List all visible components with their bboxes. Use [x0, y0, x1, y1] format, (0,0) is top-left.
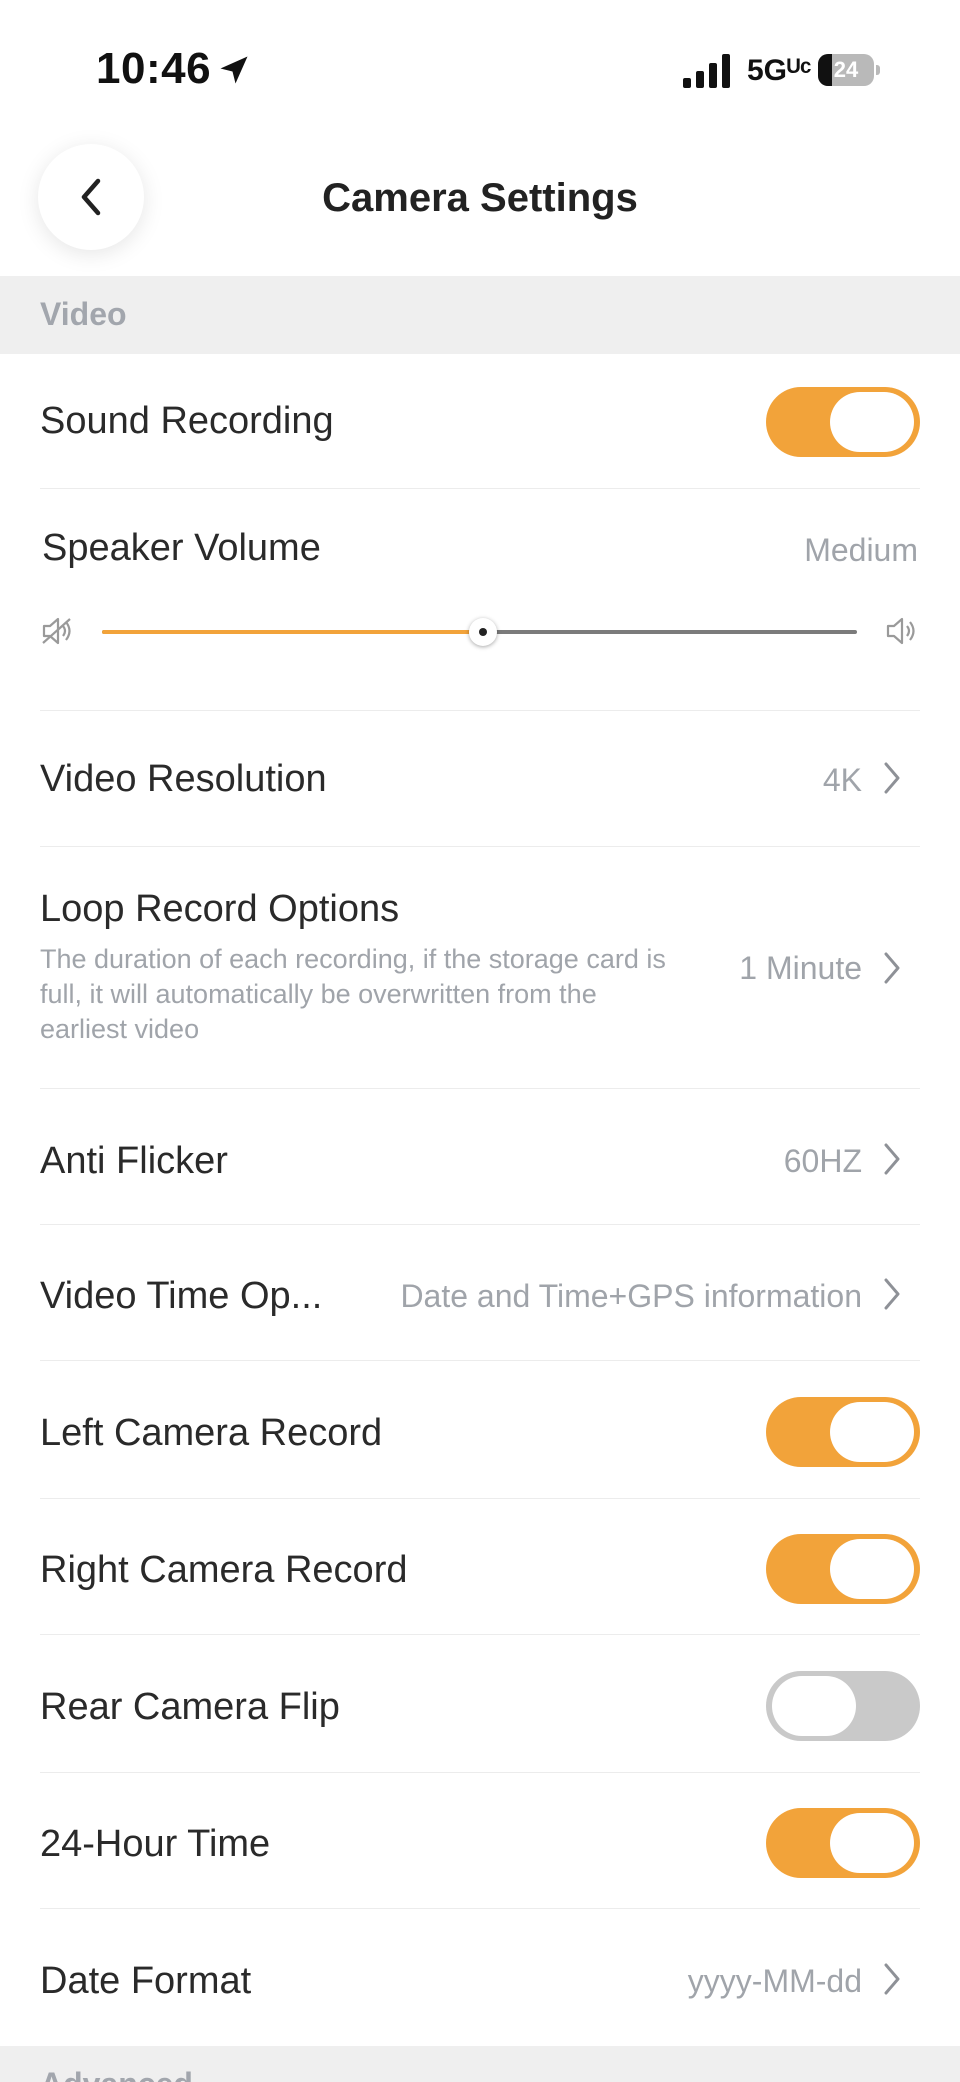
battery-level: 24 — [833, 57, 859, 82]
hour24-toggle[interactable] — [766, 1808, 920, 1878]
video-resolution-label: Video Resolution — [40, 758, 327, 800]
loop-record-row[interactable]: Loop Record Options The duration of each… — [40, 846, 920, 1089]
status-bar: 10:46 5Gᵁᶜ 24 — [0, 0, 960, 140]
anti-flicker-label: Anti Flicker — [40, 1140, 228, 1182]
chevron-right-icon — [884, 762, 900, 794]
network-type: 5Gᵁᶜ — [747, 54, 812, 87]
chevron-right-icon — [884, 1963, 900, 1995]
status-time: 10:46 — [96, 44, 212, 93]
anti-flicker-value: 60HZ — [783, 1143, 862, 1179]
chevron-right-icon — [884, 1143, 900, 1175]
video-resolution-value: 4K — [822, 762, 862, 798]
video-time-row[interactable]: Video Time Op... Date and Time+GPS infor… — [40, 1224, 920, 1361]
right-camera-record-row: Right Camera Record — [40, 1498, 920, 1635]
video-resolution-row[interactable]: Video Resolution 4K — [40, 710, 920, 847]
nav-header: Camera Settings — [0, 140, 960, 276]
sound-recording-row: Sound Recording — [40, 354, 920, 489]
sound-recording-toggle[interactable] — [766, 387, 920, 457]
date-format-row[interactable]: Date Format yyyy-MM-dd — [40, 1908, 920, 2046]
right-camera-record-label: Right Camera Record — [40, 1549, 408, 1591]
date-format-value: yyyy-MM-dd — [687, 1963, 862, 1999]
section-title-video: Video — [40, 296, 127, 332]
hour24-row: 24-Hour Time — [40, 1772, 920, 1909]
battery-icon: 24 — [818, 54, 880, 86]
video-time-label: Video Time Op... — [40, 1275, 323, 1317]
section-title-advanced: Advanced — [40, 2066, 193, 2082]
rear-camera-flip-toggle[interactable] — [766, 1671, 920, 1741]
location-arrow-icon — [220, 56, 248, 84]
loop-record-value: 1 Minute — [739, 950, 862, 986]
loop-record-label: Loop Record Options — [40, 888, 400, 930]
cellular-signal-icon — [683, 54, 730, 88]
date-format-label: Date Format — [40, 1960, 252, 2002]
section-header-video: Video — [0, 276, 960, 354]
hour24-label: 24-Hour Time — [40, 1823, 271, 1865]
left-camera-record-toggle[interactable] — [766, 1397, 920, 1467]
rear-camera-flip-label: Rear Camera Flip — [40, 1686, 340, 1728]
chevron-right-icon — [884, 952, 900, 984]
rear-camera-flip-row: Rear Camera Flip — [40, 1634, 920, 1773]
slider-thumb[interactable] — [469, 618, 498, 646]
page-title: Camera Settings — [322, 176, 638, 220]
speaker-volume-slider[interactable] — [40, 600, 920, 660]
slider-fill — [102, 630, 484, 634]
volume-up-icon — [886, 617, 915, 645]
speaker-volume-value: Medium — [804, 532, 918, 568]
chevron-right-icon — [884, 1278, 900, 1310]
slider-track — [102, 618, 857, 646]
volume-mute-icon — [42, 617, 71, 645]
left-camera-record-label: Left Camera Record — [40, 1412, 383, 1454]
anti-flicker-row[interactable]: Anti Flicker 60HZ — [40, 1088, 920, 1225]
left-camera-record-row: Left Camera Record — [40, 1360, 920, 1499]
loop-record-description: The duration of each recording, if the s… — [40, 944, 666, 1044]
sound-recording-label: Sound Recording — [40, 400, 334, 442]
section-header-advanced: Advanced — [0, 2046, 960, 2082]
right-camera-record-toggle[interactable] — [766, 1534, 920, 1604]
video-time-value: Date and Time+GPS information — [400, 1278, 862, 1314]
speaker-volume-label: Speaker Volume — [42, 527, 321, 569]
